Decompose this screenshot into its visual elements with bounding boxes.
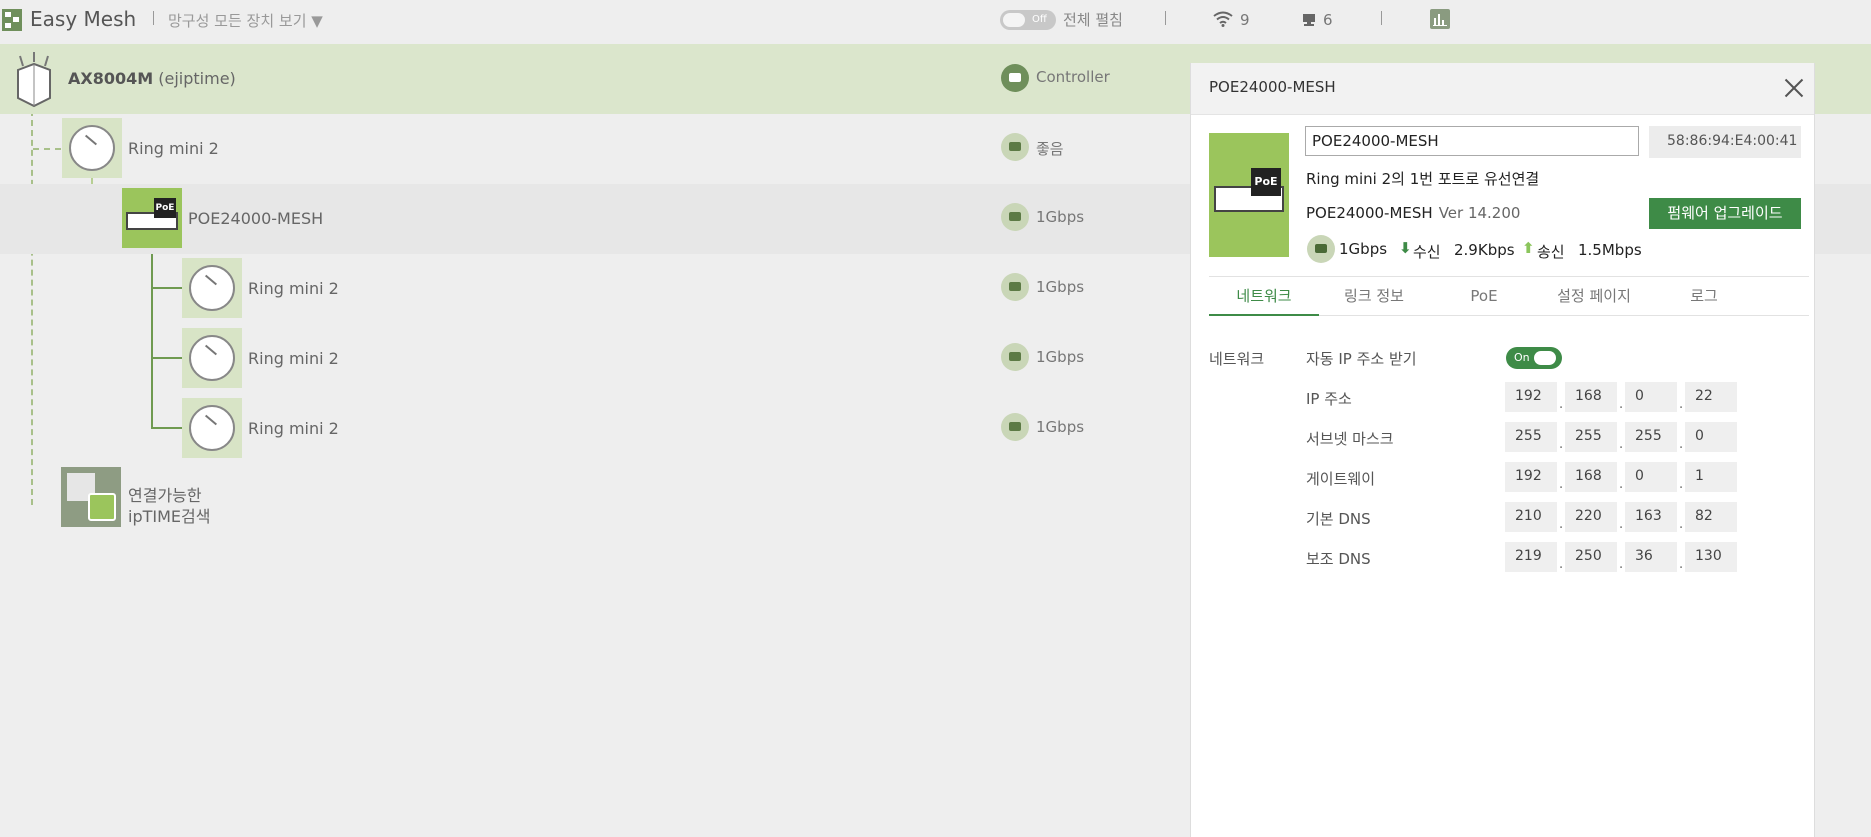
firmware-upgrade-button[interactable]: 펌웨어 업그레이드 — [1649, 198, 1801, 229]
link-speed: 1Gbps — [1339, 240, 1388, 258]
node-name: Ring mini 2 — [248, 349, 339, 368]
ip-octet-field[interactable]: 255 — [1565, 422, 1617, 452]
mac-address: 58:86:94:E4:00:41 — [1649, 126, 1801, 158]
easy-mesh-logo-icon — [2, 9, 22, 31]
tx-value: 1.5Mbps — [1578, 241, 1642, 259]
search-devices-icon[interactable] — [61, 467, 121, 527]
client-count: 6 — [1323, 11, 1333, 29]
node-status: 1Gbps — [1036, 208, 1085, 226]
node-status: 좋음 — [1036, 140, 1064, 158]
node-status: 1Gbps — [1036, 348, 1085, 366]
toggle-state: Off — [1032, 14, 1047, 25]
ring-mini-device-icon — [182, 398, 242, 458]
ip-octet-field[interactable]: 192 — [1505, 462, 1557, 492]
rx-label: 수신 — [1413, 243, 1441, 261]
tab-network[interactable]: 네트워크 — [1209, 277, 1319, 316]
panel-header: POE24000-MESH — [1191, 63, 1814, 115]
field-label: 기본 DNS — [1306, 510, 1371, 528]
field-label: 보조 DNS — [1306, 550, 1371, 568]
ip-octet-field[interactable]: 0 — [1625, 462, 1677, 492]
tab-bar: 네트워크 링크 정보 PoE 설정 페이지 로그 — [1209, 276, 1809, 316]
ip-octet-field[interactable]: 210 — [1505, 502, 1557, 532]
expand-all-toggle[interactable]: Off — [1000, 10, 1056, 30]
ethernet-icon — [1001, 273, 1029, 301]
ring-mini-device-icon — [62, 118, 122, 178]
tab-link-info[interactable]: 링크 정보 — [1319, 277, 1429, 316]
app-title: Easy Mesh — [30, 7, 137, 31]
top-bar: Easy Mesh 망구성 모든 장치 보기 ▼ Off 전체 펼침 9 6 — [0, 0, 1871, 40]
ip-octet-field[interactable]: 220 — [1565, 502, 1617, 532]
ethernet-icon — [1307, 235, 1335, 263]
node-name: Ring mini 2 — [128, 139, 219, 158]
close-icon[interactable] — [1784, 78, 1804, 98]
controller-icon — [1001, 64, 1029, 92]
upload-arrow-icon: ⬆ — [1522, 239, 1535, 257]
tab-settings-page[interactable]: 설정 페이지 — [1539, 277, 1649, 316]
search-devices-label[interactable]: 연결가능한 ipTIME검색 — [128, 485, 210, 527]
ip-octet-field[interactable]: 0 — [1685, 422, 1737, 452]
ip-octet-field[interactable]: 130 — [1685, 542, 1737, 572]
dhcp-label: 자동 IP 주소 받기 — [1306, 350, 1417, 368]
toggle-knob — [1003, 13, 1025, 27]
controller-status: Controller — [1036, 68, 1110, 86]
ip-octet-field[interactable]: 219 — [1505, 542, 1557, 572]
tx-label: 송신 — [1537, 243, 1565, 261]
device-name-input[interactable] — [1305, 126, 1639, 156]
ip-octet-field[interactable]: 250 — [1565, 542, 1617, 572]
expand-all-label: 전체 펼침 — [1063, 11, 1123, 29]
node-status: 1Gbps — [1036, 418, 1085, 436]
section-label: 네트워크 — [1209, 350, 1265, 368]
wifi-count: 9 — [1240, 11, 1250, 29]
controller-name: AX8004M (ejiptime) — [68, 69, 236, 88]
view-select[interactable]: 망구성 모든 장치 보기 ▼ — [168, 10, 323, 31]
node-status: 1Gbps — [1036, 278, 1085, 296]
ip-octet-field[interactable]: 36 — [1625, 542, 1677, 572]
client-device-icon — [1302, 12, 1316, 31]
divider — [1381, 11, 1382, 25]
tab-log[interactable]: 로그 — [1649, 277, 1759, 316]
panel-title: POE24000-MESH — [1209, 78, 1336, 96]
router-icon — [14, 50, 54, 112]
ip-octet-field[interactable]: 168 — [1565, 382, 1617, 412]
divider — [153, 11, 154, 25]
ring-mini-device-icon — [182, 258, 242, 318]
connection-description: Ring mini 2의 1번 포트로 유선연결 — [1306, 170, 1540, 188]
model-info: POE24000-MESH Ver 14.200 — [1306, 204, 1521, 222]
bar-chart-icon[interactable] — [1430, 9, 1450, 29]
ethernet-icon — [1001, 203, 1029, 231]
ip-octet-field[interactable]: 163 — [1625, 502, 1677, 532]
node-name: POE24000-MESH — [188, 209, 324, 228]
download-arrow-icon: ⬇ — [1399, 239, 1412, 257]
device-detail-panel: POE24000-MESH PoE 58:86:94:E4:00:41 Ring… — [1190, 63, 1815, 837]
field-label: IP 주소 — [1306, 390, 1352, 408]
ip-octet-field[interactable]: 168 — [1565, 462, 1617, 492]
dhcp-toggle[interactable]: On — [1506, 347, 1562, 369]
field-label: 서브넷 마스크 — [1306, 430, 1394, 448]
ip-octet-field[interactable]: 255 — [1505, 422, 1557, 452]
ip-octet-field[interactable]: 82 — [1685, 502, 1737, 532]
ethernet-icon — [1001, 343, 1029, 371]
wifi-icon — [1213, 11, 1233, 31]
divider — [1165, 11, 1166, 25]
ip-octet-field[interactable]: 22 — [1685, 382, 1737, 412]
ip-octet-field[interactable]: 255 — [1625, 422, 1677, 452]
ring-mini-device-icon — [182, 328, 242, 388]
poe-switch-device-icon: PoE — [122, 188, 182, 248]
poe-switch-image: PoE — [1209, 133, 1289, 257]
rx-value: 2.9Kbps — [1454, 241, 1515, 259]
node-name: Ring mini 2 — [248, 279, 339, 298]
ethernet-icon — [1001, 413, 1029, 441]
tab-poe[interactable]: PoE — [1429, 277, 1539, 316]
signal-icon — [1001, 133, 1029, 161]
ip-octet-field[interactable]: 1 — [1685, 462, 1737, 492]
ip-octet-field[interactable]: 0 — [1625, 382, 1677, 412]
field-label: 게이트웨이 — [1306, 470, 1376, 488]
node-name: Ring mini 2 — [248, 419, 339, 438]
ip-octet-field[interactable]: 192 — [1505, 382, 1557, 412]
